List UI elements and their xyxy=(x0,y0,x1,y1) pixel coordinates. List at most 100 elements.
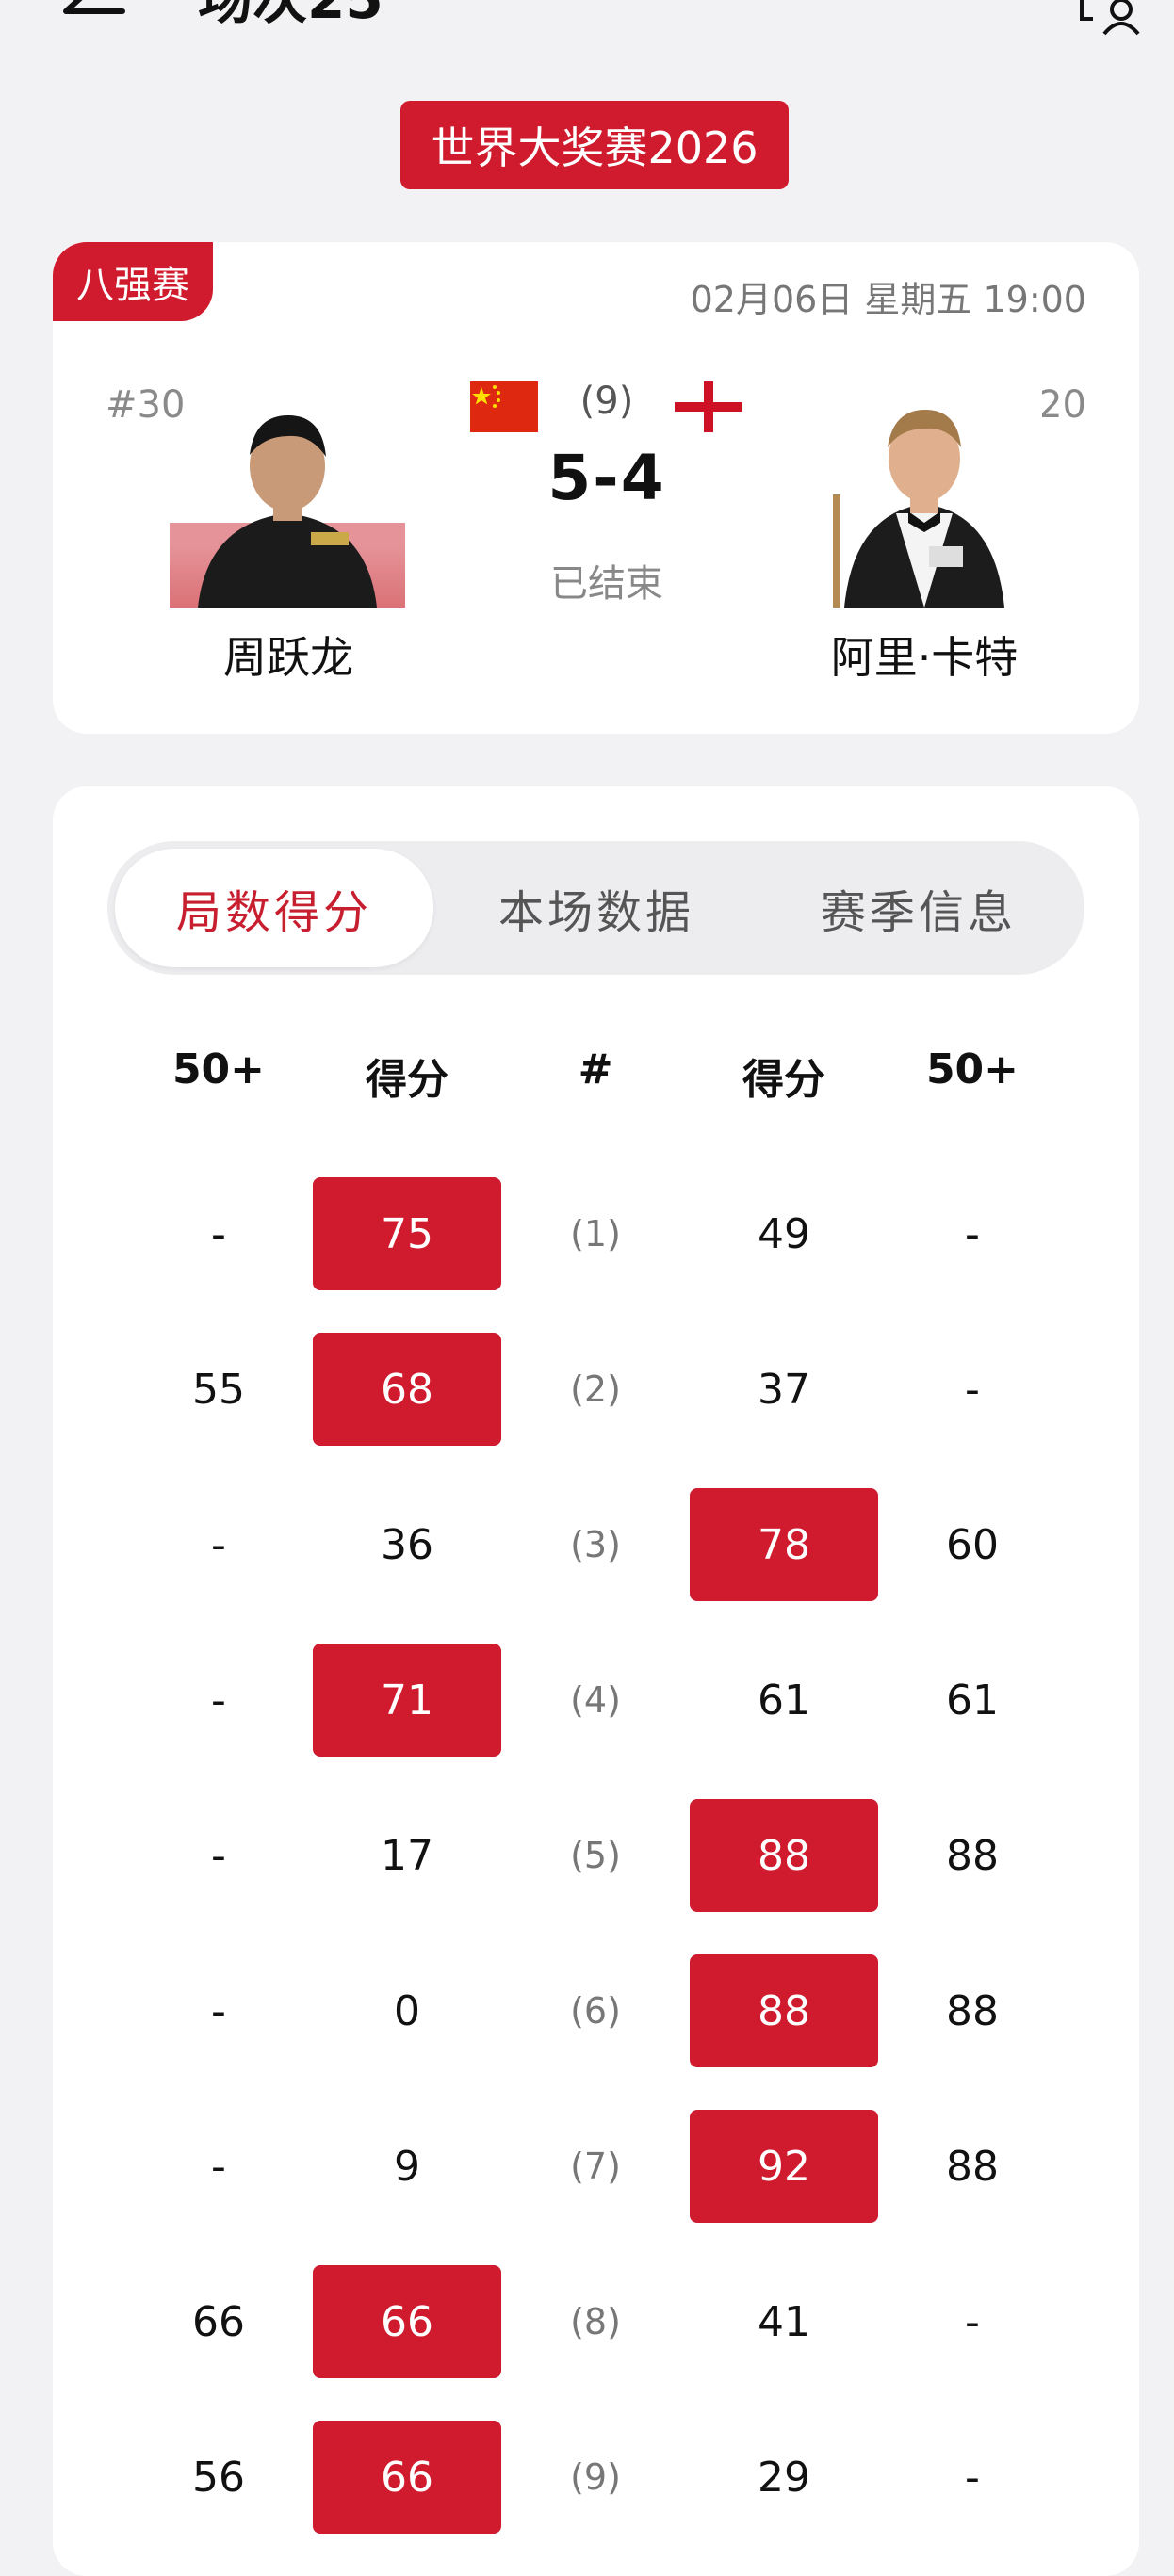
stage-tag: 八强赛 xyxy=(53,242,213,321)
frame-number-cell: (7) xyxy=(501,2110,690,2223)
frame-number-cell-value: (4) xyxy=(570,1679,621,1721)
right-break-cell-value: 61 xyxy=(946,1676,999,1725)
left-score-cell: 68 xyxy=(313,1333,501,1446)
best-of-frames: (9) xyxy=(579,380,634,423)
right-break-cell-value: 88 xyxy=(946,1831,999,1880)
frame-number-cell: (2) xyxy=(501,1333,690,1446)
left-break-cell-value: 56 xyxy=(192,2453,245,2502)
right-break-cell: - xyxy=(878,2421,1067,2534)
match-date: 02月06日 星期五 19:00 xyxy=(690,279,1086,320)
right-score-cell-value: 92 xyxy=(758,2142,810,2191)
player-right-photo[interactable] xyxy=(807,381,1042,608)
left-break-cell: - xyxy=(124,1954,313,2067)
left-break-cell-value: 66 xyxy=(192,2297,245,2346)
score-panel: 局数得分 本场数据 赛季信息 50+ 得分 # 得分 50+ -75 (1) 49-… xyxy=(53,786,1139,2576)
tab-frame-scores[interactable]: 局数得分 xyxy=(115,849,433,967)
left-break-cell: - xyxy=(124,1644,313,1757)
left-score-cell: 17 xyxy=(313,1799,501,1912)
frame-number-cell-value: (7) xyxy=(570,2146,621,2187)
frame-number-cell-value: (6) xyxy=(570,1990,621,2032)
user-switch-icon xyxy=(1080,0,1140,36)
arrow-left-icon xyxy=(63,0,125,14)
tab-season-info[interactable]: 赛季信息 xyxy=(759,849,1078,967)
right-break-cell-value: - xyxy=(965,2297,980,2346)
header-right-score: 得分 xyxy=(742,1056,825,1104)
left-break-cell-value: 55 xyxy=(192,1365,245,1414)
left-break-cell: 56 xyxy=(124,2421,313,2534)
right-score-cell: 88 xyxy=(690,1799,878,1912)
frame-row: 55 68 (2) 37 - xyxy=(53,1333,1139,1446)
frame-row: - 75 (1) 49 - xyxy=(53,1177,1139,1290)
england-flag-icon xyxy=(675,381,742,432)
frame-number-cell-value: (3) xyxy=(570,1524,621,1565)
right-break-cell-value: - xyxy=(965,1209,980,1258)
left-score-cell-value: 0 xyxy=(394,1986,420,2035)
left-break-cell: - xyxy=(124,1488,313,1601)
tab-match-stats[interactable]: 本场数据 xyxy=(437,849,756,967)
frame-number-cell: (8) xyxy=(501,2265,690,2378)
left-break-cell: 55 xyxy=(124,1333,313,1446)
left-score-cell-value: 36 xyxy=(381,1520,433,1569)
match-score: 5-4 xyxy=(547,442,666,514)
right-score-cell: 49 xyxy=(690,1177,878,1290)
left-break-cell: - xyxy=(124,1177,313,1290)
frame-row: - 71 (4) 61 61 xyxy=(53,1644,1139,1757)
left-score-cell-value: 68 xyxy=(381,1365,433,1414)
frame-number-cell-value: (2) xyxy=(570,1369,621,1410)
left-score-cell: 66 xyxy=(313,2265,501,2378)
left-score-cell: 0 xyxy=(313,1954,501,2067)
right-score-cell-value: 88 xyxy=(758,1831,810,1880)
left-break-cell-value: - xyxy=(211,1676,226,1725)
left-break-cell-value: - xyxy=(211,1209,226,1258)
left-score-cell-value: 66 xyxy=(381,2297,433,2346)
frame-number-cell: (5) xyxy=(501,1799,690,1912)
right-score-cell-value: 61 xyxy=(758,1676,810,1725)
frame-number-cell-value: (9) xyxy=(570,2456,621,2498)
match-status: 已结束 xyxy=(550,562,663,606)
frame-number-cell-value: (5) xyxy=(570,1835,621,1876)
player-right-name[interactable]: 阿里·卡特 xyxy=(755,624,1094,686)
right-break-cell: 60 xyxy=(878,1488,1067,1601)
right-break-cell: 88 xyxy=(878,1954,1067,2067)
right-score-cell-value: 49 xyxy=(758,1209,810,1258)
left-score-cell-value: 71 xyxy=(381,1676,433,1725)
header-left-score: 得分 xyxy=(366,1056,448,1104)
right-score-cell: 29 xyxy=(690,2421,878,2534)
right-break-cell-value: - xyxy=(965,1365,980,1414)
user-switch-button[interactable] xyxy=(1074,0,1150,47)
frame-row: - 9 (7) 92 88 xyxy=(53,2110,1139,2223)
header-frame-number: # xyxy=(578,1045,613,1094)
right-score-cell: 61 xyxy=(690,1644,878,1757)
right-break-cell-value: 88 xyxy=(946,1986,999,2035)
event-badge[interactable]: 世界大奖赛2026 xyxy=(400,101,789,189)
china-flag-icon xyxy=(470,381,538,432)
frame-row: - 36 (3) 78 60 xyxy=(53,1488,1139,1601)
player-left-photo[interactable] xyxy=(170,381,405,608)
right-score-cell-value: 78 xyxy=(758,1520,810,1569)
left-score-cell: 9 xyxy=(313,2110,501,2223)
left-score-cell-value: 9 xyxy=(394,2142,420,2191)
player-left-name[interactable]: 周跃龙 xyxy=(119,624,458,686)
left-break-cell-value: - xyxy=(211,1986,226,2035)
frame-row: 66 66 (8) 41 - xyxy=(53,2265,1139,2378)
left-score-cell: 66 xyxy=(313,2421,501,2534)
frame-number-cell: (9) xyxy=(501,2421,690,2534)
right-score-cell: 41 xyxy=(690,2265,878,2378)
frame-number-cell-value: (8) xyxy=(570,2301,621,2342)
left-score-cell-value: 66 xyxy=(381,2453,433,2502)
match-card: 八强赛 02月06日 星期五 19:00 #30 #20 周跃龙 阿里·卡特 (… xyxy=(53,242,1139,734)
right-break-cell: 88 xyxy=(878,2110,1067,2223)
tab-bar: 局数得分 本场数据 赛季信息 xyxy=(107,841,1084,975)
left-break-cell-value: - xyxy=(211,1831,226,1880)
left-break-cell-value: - xyxy=(211,2142,226,2191)
frame-number-cell: (3) xyxy=(501,1488,690,1601)
left-score-cell-value: 75 xyxy=(381,1209,433,1258)
right-score-cell-value: 29 xyxy=(758,2453,810,2502)
frame-row: - 17 (5) 88 88 xyxy=(53,1799,1139,1912)
left-score-cell: 75 xyxy=(313,1177,501,1290)
left-score-cell: 71 xyxy=(313,1644,501,1757)
left-break-cell-value: - xyxy=(211,1520,226,1569)
right-score-cell-value: 88 xyxy=(758,1986,810,2035)
back-button[interactable] xyxy=(57,0,132,40)
left-break-cell: 66 xyxy=(124,2265,313,2378)
